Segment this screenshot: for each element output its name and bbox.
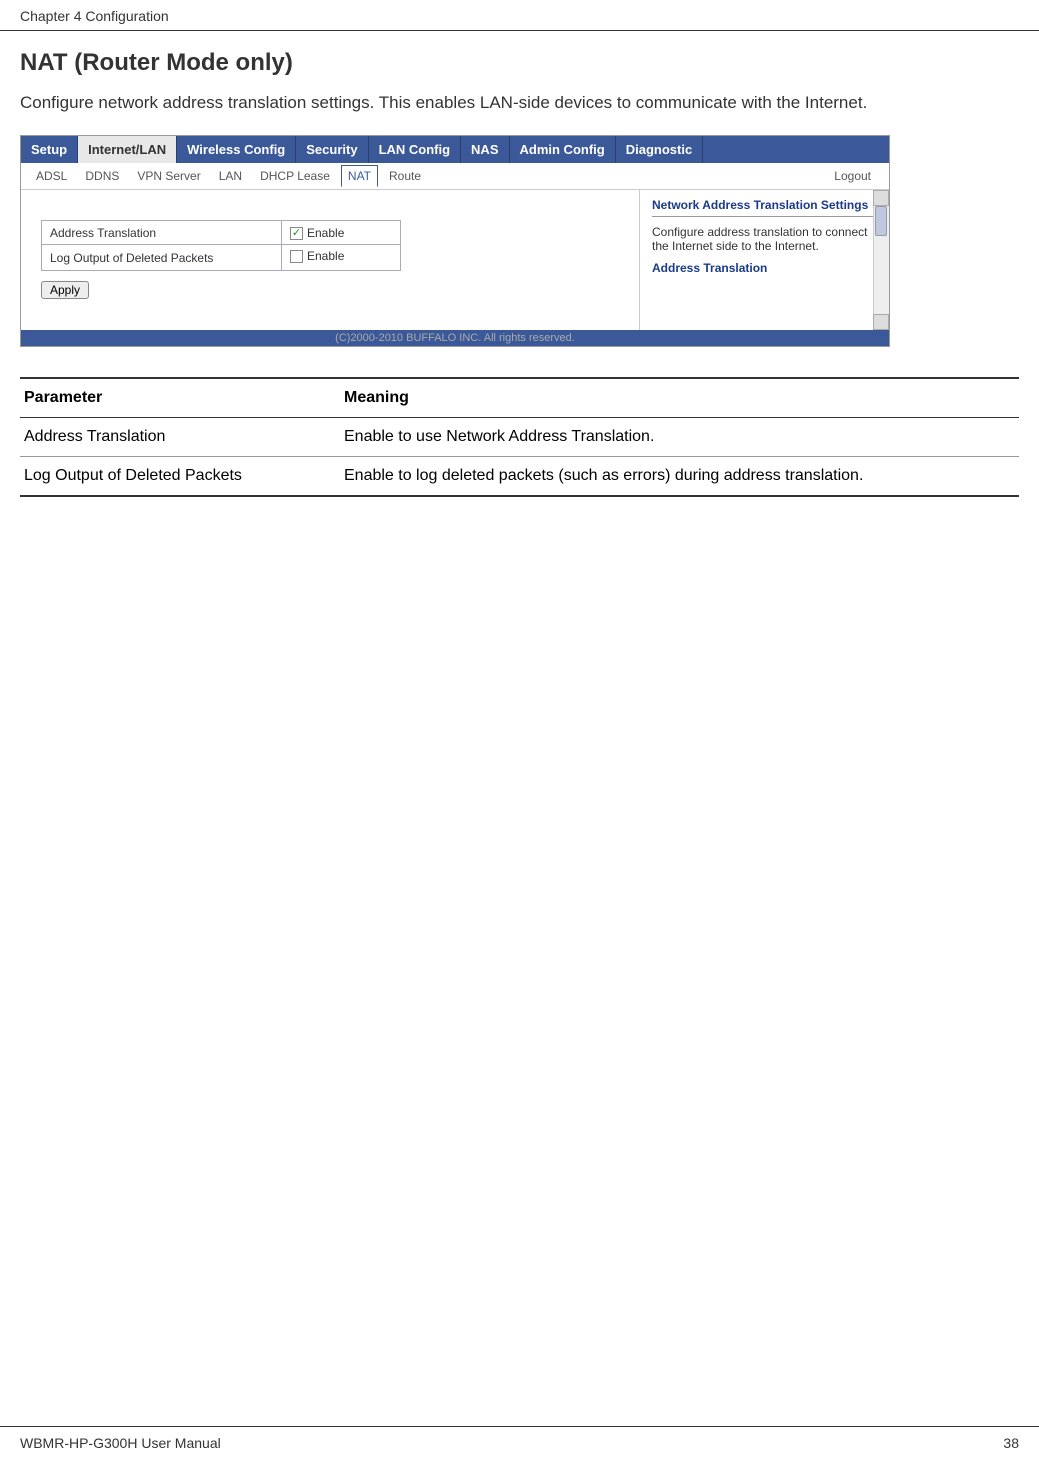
settings-table: Address Translation ✓ Enable Log Output … [41,220,401,271]
table-row: Log Output of Deleted Packets Enable [42,245,401,271]
manual-name: WBMR-HP-G300H User Manual [20,1435,221,1451]
help-sidebar: Network Address Translation Settings Con… [639,190,889,330]
sub-tabs-left: ADSL DDNS VPN Server LAN DHCP Lease NAT … [29,165,432,187]
param-cell: Log Output of Deleted Packets [20,456,340,496]
setting-label: Log Output of Deleted Packets [42,245,282,271]
subtab-lan[interactable]: LAN [212,165,249,187]
tab-admin[interactable]: Admin Config [510,136,616,163]
setting-value: Enable [282,245,401,271]
page-content: NAT (Router Mode only) Configure network… [0,31,1039,515]
subtab-vpn[interactable]: VPN Server [130,165,207,187]
page-footer: WBMR-HP-G300H User Manual 38 [0,1426,1039,1459]
screenshot-body: Address Translation ✓ Enable Log Output … [21,190,889,330]
subtab-ddns[interactable]: DDNS [78,165,126,187]
subtab-dhcp[interactable]: DHCP Lease [253,165,337,187]
tab-lan-config[interactable]: LAN Config [369,136,461,163]
table-row: Log Output of Deleted Packets Enable to … [20,456,1019,496]
scroll-down-icon[interactable] [873,314,889,330]
tab-setup[interactable]: Setup [21,136,78,163]
table-row: Address Translation Enable to use Networ… [20,417,1019,456]
scroll-thumb[interactable] [875,206,887,236]
sub-tabs: ADSL DDNS VPN Server LAN DHCP Lease NAT … [21,163,889,190]
intro-text: Configure network address translation se… [20,91,1019,115]
subtab-nat[interactable]: NAT [341,165,378,187]
section-title: NAT (Router Mode only) [20,49,1019,77]
tab-diagnostic[interactable]: Diagnostic [616,136,703,163]
sidebar-title: Network Address Translation Settings [652,198,877,217]
checkbox-log-output[interactable] [290,250,303,263]
setting-label: Address Translation [42,220,282,245]
tab-internet-lan[interactable]: Internet/LAN [78,136,177,163]
page-header: Chapter 4 Configuration [0,0,1039,31]
scrollbar[interactable] [873,190,889,330]
chapter-label: Chapter 4 Configuration [20,8,169,24]
main-tabs: Setup Internet/LAN Wireless Config Secur… [21,136,889,163]
meaning-cell: Enable to use Network Address Translatio… [340,417,1019,456]
checkbox-address-translation[interactable]: ✓ [290,227,303,240]
param-cell: Address Translation [20,417,340,456]
setting-value: ✓ Enable [282,220,401,245]
parameter-table: Parameter Meaning Address Translation En… [20,377,1019,497]
scroll-up-icon[interactable] [873,190,889,206]
header-parameter: Parameter [20,378,340,418]
meaning-cell: Enable to log deleted packets (such as e… [340,456,1019,496]
router-screenshot: Setup Internet/LAN Wireless Config Secur… [20,135,890,347]
header-meaning: Meaning [340,378,1019,418]
subtab-adsl[interactable]: ADSL [29,165,74,187]
screenshot-main: Address Translation ✓ Enable Log Output … [21,190,639,330]
sidebar-text: Configure address translation to connect… [652,225,877,253]
page-number: 38 [1003,1435,1019,1451]
enable-label: Enable [307,226,344,240]
enable-label: Enable [307,249,344,263]
table-header-row: Parameter Meaning [20,378,1019,418]
copyright-footer: (C)2000-2010 BUFFALO INC. All rights res… [21,330,889,346]
tab-security[interactable]: Security [296,136,368,163]
apply-button[interactable]: Apply [41,281,89,299]
logout-link[interactable]: Logout [834,169,881,183]
tab-nas[interactable]: NAS [461,136,509,163]
subtab-route[interactable]: Route [382,165,428,187]
table-row: Address Translation ✓ Enable [42,220,401,245]
tab-wireless[interactable]: Wireless Config [177,136,296,163]
sidebar-subtitle: Address Translation [652,261,877,275]
